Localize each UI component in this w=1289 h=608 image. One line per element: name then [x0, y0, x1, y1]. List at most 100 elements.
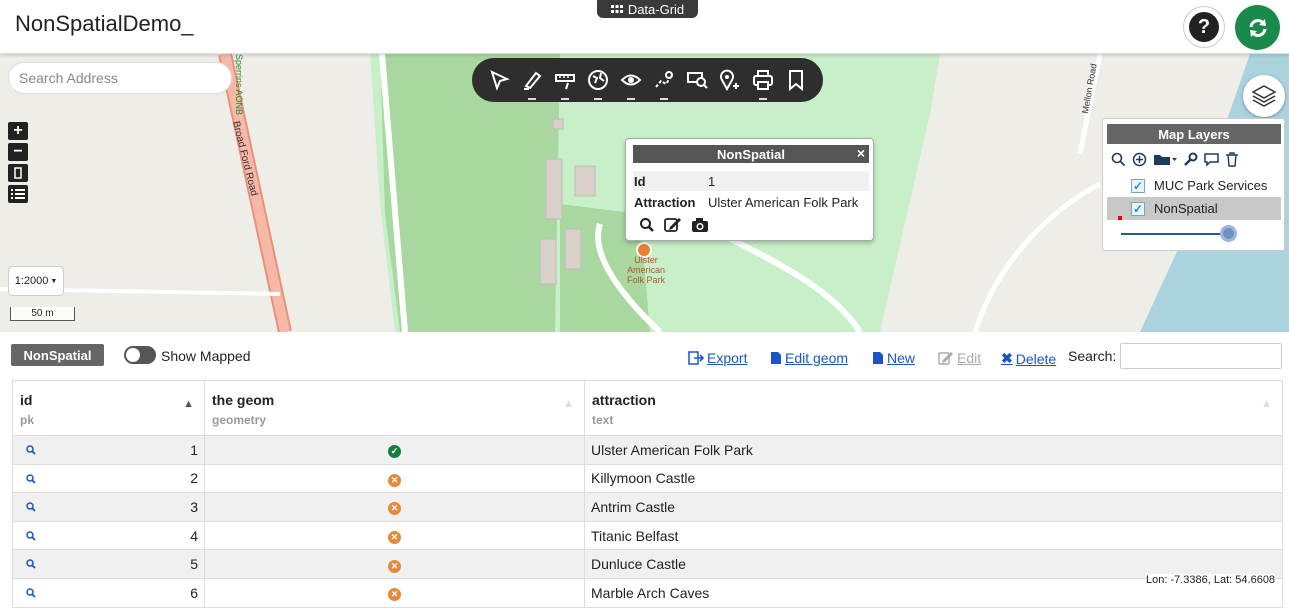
measure-tool-button[interactable]: [552, 67, 578, 100]
caret-icon: [593, 98, 602, 101]
fullscreen-button[interactable]: [8, 164, 28, 182]
popup-row: Attraction Ulster American Folk Park: [633, 192, 869, 212]
popup-header: NonSpatial ×: [633, 145, 869, 163]
route-tool-button[interactable]: [651, 67, 677, 100]
camera-icon[interactable]: [691, 217, 709, 233]
column-header-geom[interactable]: the geom geometry ▲: [204, 380, 585, 436]
layer-switcher-button[interactable]: [1243, 75, 1285, 117]
app-title: NonSpatialDemo_: [15, 11, 194, 36]
zoom-to-row-icon[interactable]: [26, 445, 36, 455]
measure-icon: [554, 74, 575, 90]
sort-asc-icon: ▲: [183, 398, 194, 410]
show-mapped-label: Show Mapped: [161, 348, 251, 364]
id-cell: 1: [12, 435, 205, 465]
app-header: NonSpatialDemo_ Data-Grid ?: [0, 0, 1289, 54]
caret-icon: [759, 98, 768, 101]
layer-label: NonSpatial: [1154, 201, 1218, 216]
data-grid-tab[interactable]: Data-Grid: [597, 0, 698, 18]
export-button[interactable]: Export: [688, 350, 747, 366]
search-feature-icon: [687, 72, 708, 89]
wrench-icon[interactable]: [1183, 152, 1198, 167]
map-toolbar: [472, 58, 823, 102]
address-search-input[interactable]: [8, 62, 232, 94]
sort-icon: ▲: [1261, 398, 1272, 410]
layers-icon: [1251, 85, 1277, 107]
layer-checkbox[interactable]: ✓: [1131, 201, 1145, 216]
globe-tool-button[interactable]: [585, 67, 611, 100]
search-icon[interactable]: [1111, 152, 1126, 167]
print-tool-button[interactable]: [750, 67, 776, 100]
route-icon: [655, 71, 674, 88]
draw-icon: [523, 71, 542, 90]
zoom-to-icon[interactable]: [639, 217, 655, 233]
id-cell: 5: [12, 549, 205, 579]
draw-tool-button[interactable]: [519, 67, 545, 100]
caret-icon: [626, 98, 635, 101]
bookmark-tool-button[interactable]: [783, 67, 809, 93]
search-feature-tool-button[interactable]: [684, 67, 710, 93]
edit-button[interactable]: Edit: [938, 350, 981, 366]
add-layer-icon[interactable]: [1132, 152, 1147, 167]
visibility-tool-button[interactable]: [618, 67, 644, 100]
table-row[interactable]: 6 ✕ Marble Arch Caves: [12, 578, 1283, 608]
refresh-button[interactable]: [1235, 5, 1280, 50]
layer-item-nonspatial[interactable]: ✓ NonSpatial: [1107, 197, 1281, 220]
column-type: text: [592, 413, 614, 427]
zoom-to-row-icon[interactable]: [26, 588, 36, 598]
legend-button[interactable]: [8, 185, 28, 203]
popup-row: Id 1: [633, 171, 869, 191]
column-name: attraction: [592, 392, 656, 408]
new-label: New: [887, 350, 916, 366]
map-layers-panel: Map Layers ✓ MUC Park Services ✓ NonSpat…: [1102, 118, 1285, 251]
table-row[interactable]: 3 ✕ Antrim Castle: [12, 492, 1283, 522]
table-row[interactable]: 5 ✕ Dunluce Castle: [12, 549, 1283, 579]
zoom-to-row-icon[interactable]: [26, 559, 36, 570]
opacity-slider-track[interactable]: [1121, 233, 1229, 235]
layer-item-muc-park-services[interactable]: ✓ MUC Park Services: [1107, 174, 1281, 197]
attribute-table: id pk ▲ the geom geometry ▲ attraction t…: [12, 380, 1283, 608]
zoom-to-row-icon[interactable]: [26, 531, 36, 541]
geom-cell: ✕: [204, 578, 585, 608]
zoom-to-row-icon[interactable]: [26, 502, 36, 512]
delete-button[interactable]: ✖ Delete: [1001, 350, 1056, 367]
caret-icon: [560, 98, 569, 101]
table-row[interactable]: 2 ✕ Killymoon Castle: [12, 464, 1283, 494]
popup-value: Ulster American Folk Park: [708, 194, 859, 210]
attraction-cell: Titanic Belfast: [584, 521, 1283, 551]
new-button[interactable]: New: [872, 350, 915, 366]
opacity-slider-handle[interactable]: [1220, 225, 1237, 242]
edit-geom-button[interactable]: Edit geom: [770, 350, 848, 366]
edit-icon[interactable]: [664, 217, 682, 233]
map-view[interactable]: Broad Ford Road Sperrins AONB Mellon Roa…: [0, 54, 1289, 332]
x-circle-icon: ✕: [388, 502, 401, 516]
data-grid-panel: NonSpatial Show Mapped Export Edit geom …: [0, 332, 1289, 608]
column-name: id: [20, 392, 33, 408]
new-file-icon: [873, 352, 883, 364]
zoom-out-button[interactable]: −: [8, 143, 28, 161]
chevron-down-icon: ▼: [50, 277, 58, 285]
zoom-to-row-icon[interactable]: [26, 473, 36, 484]
zoom-in-button[interactable]: +: [8, 122, 28, 140]
layer-checkbox[interactable]: ✓: [1131, 178, 1145, 193]
select-tool-button[interactable]: [486, 67, 512, 93]
scale-select[interactable]: 1:2000 ▼: [8, 266, 64, 296]
table-row[interactable]: 1 ✓ Ulster American Folk Park: [12, 435, 1283, 465]
close-icon[interactable]: ×: [857, 145, 865, 161]
trash-icon[interactable]: [1225, 152, 1239, 167]
column-header-attraction[interactable]: attraction text ▲: [584, 380, 1283, 436]
location-tool-button[interactable]: [717, 67, 743, 93]
table-row[interactable]: 4 ✕ Titanic Belfast: [12, 521, 1283, 551]
export-label: Export: [707, 350, 748, 366]
comment-icon[interactable]: [1204, 152, 1219, 167]
help-button[interactable]: ?: [1183, 6, 1225, 48]
geom-cell: ✕: [204, 549, 585, 579]
refresh-icon: [1249, 18, 1266, 37]
export-icon: [688, 351, 704, 365]
column-header-id[interactable]: id pk ▲: [12, 380, 205, 436]
layer-label: MUC Park Services: [1154, 178, 1268, 193]
popup-title: NonSpatial: [717, 146, 785, 162]
grid-search-input[interactable]: [1120, 343, 1282, 369]
show-mapped-toggle[interactable]: [124, 346, 156, 364]
id-cell: 4: [12, 521, 205, 551]
folder-icon[interactable]: [1153, 152, 1177, 167]
